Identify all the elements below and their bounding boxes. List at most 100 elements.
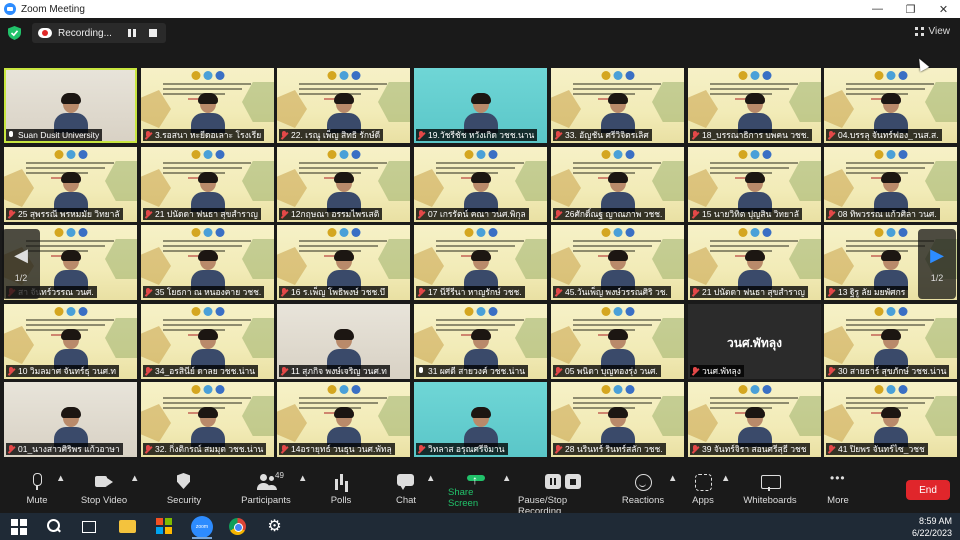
participant-name: 45.วันเพ็ญ พงษ์วรรณศิริ วช. (565, 287, 668, 297)
more-button[interactable]: More (826, 471, 850, 509)
muted-microphone-icon (280, 444, 288, 454)
participant-name: 22. เรณู เพ็ญ สิทธิ รักษ์ดี (291, 130, 381, 140)
participant-tile[interactable]: 17 นีรีรีนา หาญรักษ์ วชช. (414, 225, 547, 300)
participant-tile[interactable]: 05 พนิดา บุญทองรุ่ง วนศ. (551, 304, 684, 379)
share-options-caret[interactable]: ▲ (502, 473, 511, 509)
participant-tile[interactable]: 25 สุพรรณี พรหมมัย วิทยาลั (4, 147, 137, 222)
slide-logos-icon (54, 150, 87, 159)
participant-tile[interactable]: 11 สุภกิจ พงษ์เจริญ วนศ.ท (277, 304, 410, 379)
participant-tile[interactable]: 21 ปนัดดา ฟนธา สุขสำราญ (688, 225, 821, 300)
search-icon[interactable] (45, 518, 62, 535)
clock-time: 8:59 AM (918, 516, 952, 526)
slide-logos-icon (601, 385, 634, 394)
participant-tile[interactable]: 34_อรสินีย์ ดาลย วชช.น่าน (141, 304, 274, 379)
minimize-icon[interactable]: — (861, 0, 894, 18)
participant-name-label: 45.วันเพ็ญ พงษ์วรรณศิริ วช. (553, 286, 671, 298)
participant-tile[interactable]: 28 นรินทร์ รินทร์สลัก วชช. (551, 382, 684, 457)
microphone-icon (417, 366, 425, 376)
participant-tile[interactable]: 18_บรรณาธิการ บพคน วชช. (688, 68, 821, 143)
pause-recording-icon[interactable] (128, 29, 136, 37)
file-explorer-icon[interactable] (119, 520, 136, 533)
participant-tile[interactable]: Suan Dusit University (4, 68, 137, 143)
participant-tile[interactable]: 32. กิ่งติกรณ์ สมมุต วชช.น่าน (141, 382, 274, 457)
participant-tile[interactable]: 21 ปนัดดา ฟนธา สุขสำราญ (141, 147, 274, 222)
participant-video-person (326, 250, 361, 290)
slide-logos-icon (327, 228, 360, 237)
task-view-icon[interactable] (80, 518, 97, 535)
polls-button[interactable]: Polls (326, 473, 356, 509)
share-screen-button[interactable]: Share Screen (448, 473, 504, 509)
system-clock[interactable]: 8:59 AM 6/22/2023 (912, 515, 952, 539)
windows-start-icon[interactable] (11, 519, 27, 535)
chrome-icon[interactable] (229, 518, 246, 535)
slide-logos-icon (601, 228, 634, 237)
participant-tile[interactable]: 39 จันทร์จิรา สอนศรีสุธี วชช (688, 382, 821, 457)
participant-tile[interactable]: 16 ร.เพ็ญ โพธิพงษ์ วชช.บึ (277, 225, 410, 300)
slide-logos-icon (54, 228, 87, 237)
participant-tile[interactable]: 22. เรณู เพ็ญ สิทธิ รักษ์ดี (277, 68, 410, 143)
participant-tile[interactable]: วนศ.พัทลุง วนศ.พัทลุง (688, 304, 821, 379)
reactions-button[interactable]: Reactions (622, 473, 664, 509)
participant-tile[interactable]: 33. อัญชัน ศรีวิจิตรเลิศ (551, 68, 684, 143)
participant-tile[interactable]: 10 วิมลมาศ จันทร์ธุ วนศ.ท (4, 304, 137, 379)
mute-button[interactable]: Mute (20, 473, 54, 509)
security-button[interactable]: Security (164, 473, 204, 509)
participant-tile[interactable]: 35 โยธกา ณ หนองคาย วชช. (141, 225, 274, 300)
maximize-icon[interactable]: ❐ (894, 0, 927, 18)
participant-name-label: 33. อัญชัน ศรีวิจิตรเลิศ (553, 129, 652, 141)
participant-tile[interactable]: วิทลาส อรุณศรีจิมาน (414, 382, 547, 457)
participant-tile[interactable]: 30 สายธาร์ สุขภักษ์ วชช.น่าน (824, 304, 957, 379)
video-options-caret[interactable]: ▲ (130, 473, 139, 509)
end-meeting-button[interactable]: End (906, 480, 950, 500)
slide-logos-icon (738, 71, 771, 80)
slide-logos-icon (191, 385, 224, 394)
slide-logos-icon (738, 150, 771, 159)
participant-video-person (737, 250, 772, 290)
next-page-button[interactable]: ▶ 1/2 (918, 229, 956, 299)
participant-name-label: 01_นางสาวศิริพร แก้วอาษา (6, 443, 123, 455)
participant-tile[interactable]: 41 ปิยพร จันทร์ไซ_วชช (824, 382, 957, 457)
audio-options-caret[interactable]: ▲ (56, 473, 65, 509)
participant-tile[interactable]: 3.รอสนา หะยีดอเลาะ โรงเรีย (141, 68, 274, 143)
muted-microphone-icon (691, 287, 699, 297)
muted-microphone-icon (691, 130, 699, 140)
apps-button[interactable]: Apps (690, 473, 716, 509)
stop-recording-icon[interactable] (149, 29, 157, 37)
participant-name: 21 ปนัดดา ฟนธา สุขสำราญ (702, 287, 805, 297)
chat-button[interactable]: Chat (391, 473, 421, 509)
encryption-shield-icon[interactable] (8, 26, 21, 40)
participant-tile[interactable]: 45.วันเพ็ญ พงษ์วรรณศิริ วช. (551, 225, 684, 300)
close-icon[interactable]: ✕ (927, 0, 960, 18)
view-button[interactable]: View (914, 26, 950, 37)
participant-tile[interactable]: 14อรายุทธ์ วนธุน วนศ.พัทลุ (277, 382, 410, 457)
participant-tile[interactable]: 15 นายวิทิต ปุญสิน วิทยาลั (688, 147, 821, 222)
muted-microphone-icon (827, 444, 835, 454)
muted-microphone-icon (144, 444, 152, 454)
participant-tile[interactable]: 31 ผศดี สายวงค์ วชช.น่าน (414, 304, 547, 379)
participants-button[interactable]: 49 Participants (236, 471, 296, 509)
participant-tile[interactable]: 07 เกรรัตน์ คณา วนศ.พิกุล (414, 147, 547, 222)
participant-name-label: 28 นรินทร์ รินทร์สลัก วชช. (553, 443, 666, 455)
participant-tile[interactable]: 12กฤษณา อรรมไพรเสติ (277, 147, 410, 222)
zoom-taskbar-icon[interactable]: zoom (191, 516, 213, 538)
settings-gear-icon[interactable]: ⚙ (266, 518, 283, 535)
chat-icon (396, 473, 416, 491)
meeting-controls-toolbar: Mute ▲ Stop Video ▲ Security 49 Particip… (0, 469, 960, 517)
whiteboards-button[interactable]: Whiteboards (742, 473, 798, 509)
participant-tile[interactable]: 19.วัชรีชัช หวังเกิด วชช.นาน (414, 68, 547, 143)
microsoft-store-icon[interactable] (156, 518, 173, 535)
previous-page-button[interactable]: ◀ 1/2 (2, 229, 40, 299)
participant-video-person (463, 250, 498, 290)
reactions-options-caret[interactable]: ▲ (668, 473, 677, 509)
chat-options-caret[interactable]: ▲ (426, 473, 435, 509)
participant-tile[interactable]: 26ศักดิ์ณฐ ญาณภาพ วชช. (551, 147, 684, 222)
participant-video-person (463, 93, 498, 133)
stop-video-button[interactable]: Stop Video (78, 473, 130, 509)
participant-video-person (873, 407, 908, 447)
apps-options-caret[interactable]: ▲ (721, 473, 730, 509)
participant-tile[interactable]: 04.บรรลุ จันทร์ฟอง_วนส.ส. (824, 68, 957, 143)
participant-tile[interactable]: 01_นางสาวศิริพร แก้วอาษา (4, 382, 137, 457)
participants-options-caret[interactable]: ▲ (298, 473, 307, 509)
participant-tile[interactable]: 08 ทิพวรรณ แก้วศิลา วนศ. (824, 147, 957, 222)
pause-stop-recording-button[interactable]: Pause/Stop Recording (518, 473, 608, 517)
